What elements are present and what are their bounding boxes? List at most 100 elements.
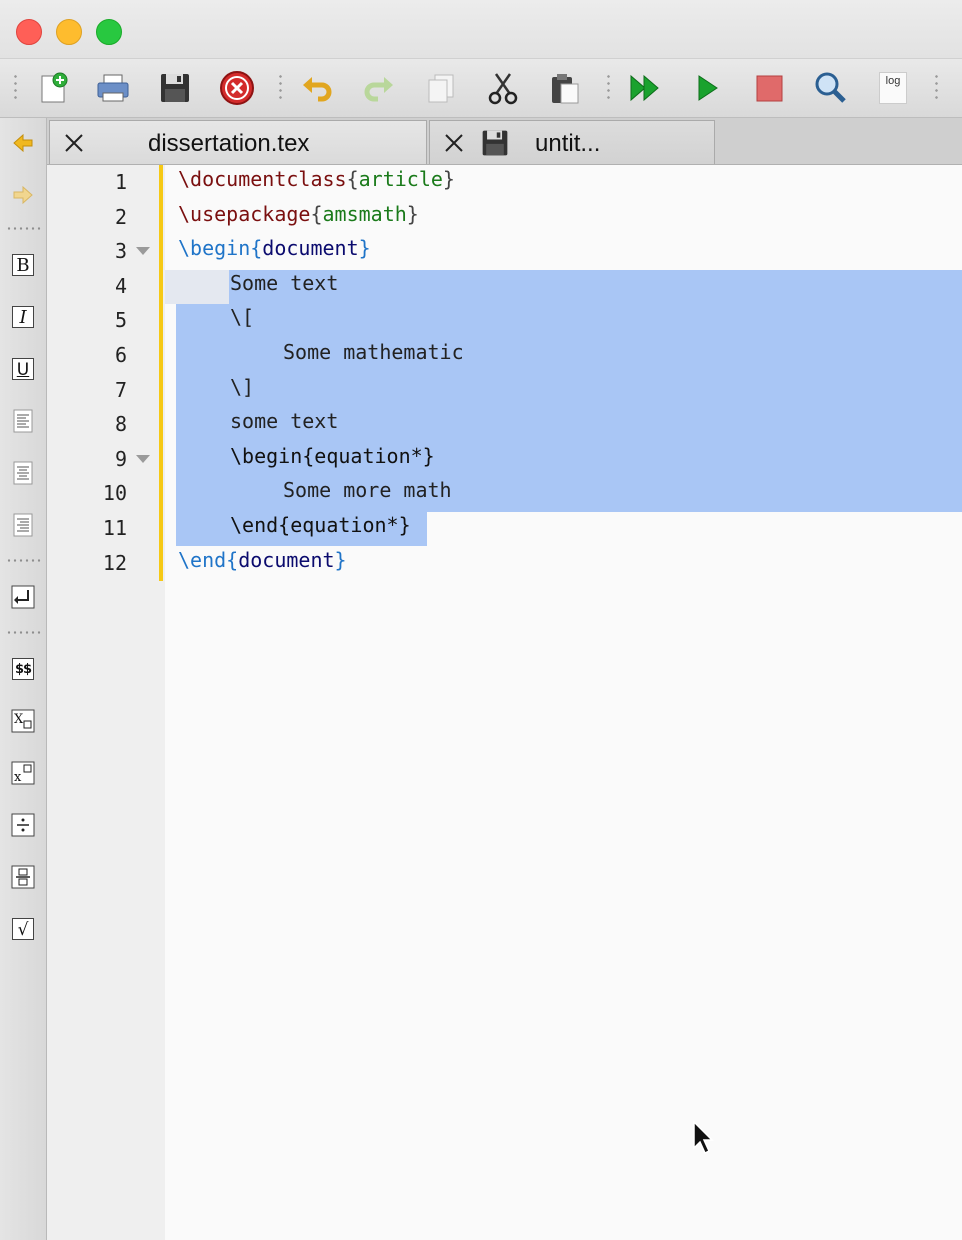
- build-and-view-button[interactable]: [626, 69, 664, 107]
- sidebar-separator: [6, 631, 42, 634]
- selection-margin: [165, 270, 229, 304]
- line-number: 6: [114, 343, 127, 367]
- stop-button[interactable]: [750, 69, 788, 107]
- close-document-button[interactable]: [218, 69, 256, 107]
- fold-toggle-icon[interactable]: [136, 247, 150, 255]
- code-line-7: \]: [230, 374, 255, 399]
- fraction-button[interactable]: [8, 862, 38, 892]
- save-icon: [161, 74, 189, 102]
- code-line-6: Some mathematic: [283, 340, 464, 364]
- toolbar-separator: [607, 73, 610, 103]
- latex-keyword: \begin: [178, 236, 251, 261]
- copy-icon: [428, 74, 454, 103]
- svg-text:X: X: [14, 712, 24, 727]
- toolbar-separator: [279, 73, 282, 103]
- title-bar: [0, 0, 962, 59]
- latex-keyword: \end: [178, 547, 227, 572]
- find-button[interactable]: [812, 69, 850, 107]
- italic-icon: I: [12, 306, 34, 328]
- close-tab-icon[interactable]: [62, 131, 86, 155]
- align-right-icon: [13, 513, 33, 537]
- line-number: 1: [114, 170, 127, 194]
- underline-icon: U: [12, 358, 34, 380]
- zoom-window-button[interactable]: [96, 19, 122, 45]
- code-line-4: Some text: [230, 270, 339, 295]
- code-line-3: \begin{document}: [178, 236, 371, 261]
- sidebar-separator: [6, 227, 42, 230]
- selection-highlight: [229, 270, 962, 304]
- align-left-button[interactable]: [8, 406, 38, 436]
- align-center-button[interactable]: [8, 458, 38, 488]
- minimize-window-button[interactable]: [56, 19, 82, 45]
- cut-button[interactable]: [484, 69, 522, 107]
- fold-indicator-bar: [159, 165, 163, 581]
- align-center-icon: [13, 461, 33, 485]
- back-button[interactable]: [8, 128, 38, 158]
- italic-button[interactable]: I: [8, 302, 38, 332]
- newline-icon: [11, 585, 35, 609]
- tab-label: dissertation.tex: [148, 130, 310, 157]
- subscript-icon: X: [11, 709, 35, 733]
- copy-button[interactable]: [422, 69, 460, 107]
- print-button[interactable]: [94, 69, 132, 107]
- new-file-button[interactable]: [34, 69, 72, 107]
- line-number: 3: [114, 239, 127, 264]
- line-number: 8: [114, 412, 127, 437]
- superscript-button[interactable]: x: [8, 758, 38, 788]
- arrow-left-icon: [13, 133, 33, 153]
- cut-icon: [488, 73, 518, 105]
- division-button[interactable]: [8, 810, 38, 840]
- build-and-view-icon: [630, 74, 659, 102]
- latex-environment: document: [238, 547, 335, 572]
- line-number: 2: [114, 204, 127, 229]
- log-icon: log: [879, 72, 907, 104]
- toolbar-separator: [935, 73, 938, 103]
- sidebar-separator: [6, 559, 42, 562]
- arrow-right-icon: [13, 185, 33, 205]
- redo-button[interactable]: [360, 69, 398, 107]
- line-number: 11: [102, 516, 127, 540]
- close-window-button[interactable]: [16, 19, 42, 45]
- bold-icon: B: [12, 254, 34, 276]
- bold-button[interactable]: B: [8, 250, 38, 280]
- redo-icon: [364, 77, 393, 102]
- latex-command: \documentclass: [178, 167, 347, 191]
- subscript-button[interactable]: X: [8, 706, 38, 736]
- toolbar-separator: [14, 73, 17, 103]
- fold-toggle-icon[interactable]: [136, 455, 150, 463]
- line-number: 7: [114, 377, 127, 402]
- save-button[interactable]: [156, 69, 194, 107]
- code-line-8: some text: [230, 409, 339, 434]
- code-line-12: \end{document}: [178, 547, 347, 572]
- close-document-icon: [220, 71, 254, 105]
- tab-untitled[interactable]: untit...: [429, 120, 715, 164]
- latex-argument: amsmath: [322, 201, 407, 226]
- stop-icon: [756, 75, 783, 102]
- square-root-button[interactable]: √: [8, 914, 38, 944]
- line-number: 4: [114, 273, 127, 298]
- code-line-2: \usepackage{amsmath}: [178, 201, 419, 226]
- tab-bar: dissertation.tex untit...: [47, 118, 962, 165]
- undo-button[interactable]: [298, 69, 336, 107]
- compile-button[interactable]: [688, 69, 726, 107]
- paste-button[interactable]: [546, 69, 584, 107]
- code-line-10: Some more math: [283, 478, 452, 503]
- forward-button[interactable]: [8, 180, 38, 210]
- align-right-button[interactable]: [8, 510, 38, 540]
- math-mode-button[interactable]: $$: [8, 654, 38, 684]
- mouse-pointer-icon: [693, 1120, 714, 1155]
- latex-environment: document: [262, 236, 359, 261]
- log-button[interactable]: log: [874, 69, 912, 107]
- main-toolbar: log: [0, 59, 962, 118]
- tab-dissertation[interactable]: dissertation.tex: [49, 120, 427, 164]
- find-icon: [815, 72, 846, 103]
- line-number: 5: [114, 308, 127, 333]
- underline-button[interactable]: U: [8, 354, 38, 384]
- code-line-5: \[: [230, 305, 255, 330]
- new-file-icon: [41, 72, 68, 103]
- line-number: 10: [102, 481, 127, 506]
- compile-icon: [698, 75, 718, 101]
- newline-button[interactable]: [8, 582, 38, 612]
- close-tab-icon[interactable]: [442, 131, 466, 155]
- square-root-icon: √: [12, 918, 34, 940]
